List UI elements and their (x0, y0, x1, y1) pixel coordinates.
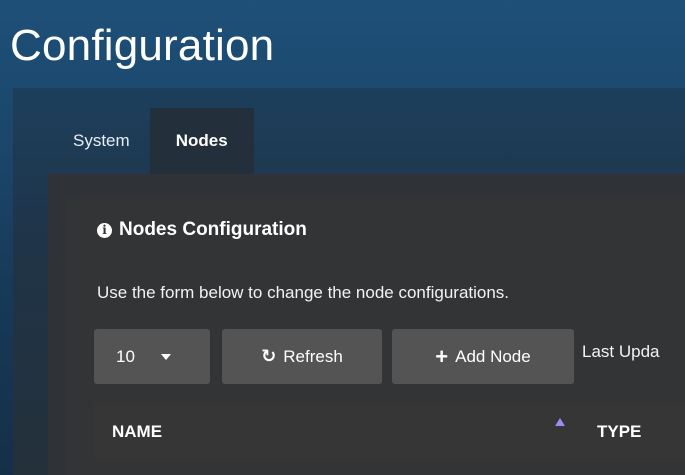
section-description: Use the form below to change the node co… (97, 283, 510, 302)
tab-system[interactable]: System (53, 108, 150, 174)
column-header-type[interactable]: TYPE (597, 422, 641, 442)
plus-icon: + (435, 343, 449, 369)
section-heading-text: Nodes Configuration (119, 219, 307, 240)
last-updated-label: Last Upda (582, 342, 660, 361)
tab-bar: System Nodes (53, 108, 254, 174)
refresh-button[interactable]: ↻ Refresh (222, 329, 382, 384)
page-size-value: 10 (116, 346, 135, 366)
page-title: Configuration (10, 21, 275, 70)
table-header: NAME TYPE (94, 404, 685, 459)
add-node-button-label: Add Node (455, 346, 531, 366)
refresh-button-label: Refresh (283, 346, 343, 366)
add-node-button[interactable]: + Add Node (392, 329, 574, 384)
sort-ascending-icon[interactable] (555, 418, 565, 426)
section-heading: i Nodes Configuration (97, 219, 307, 241)
info-icon: i (97, 222, 112, 238)
column-header-name[interactable]: NAME (112, 422, 162, 442)
tab-nodes[interactable]: Nodes (149, 108, 254, 174)
chevron-down-icon (160, 353, 171, 360)
refresh-icon: ↻ (261, 345, 277, 367)
page-size-dropdown[interactable]: 10 (94, 329, 210, 384)
